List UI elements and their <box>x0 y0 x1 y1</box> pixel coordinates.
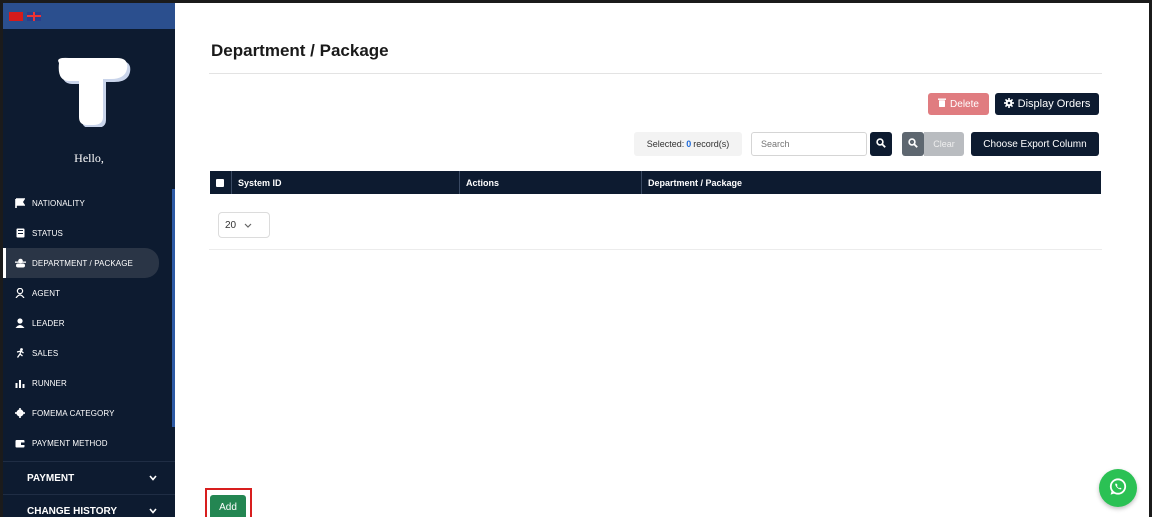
add-button[interactable]: Add <box>210 495 246 517</box>
chevron-down-icon <box>244 221 252 230</box>
sidebar-group-change-history[interactable]: CHANGE HISTORY <box>3 494 175 517</box>
sidebar-group-payment[interactable]: PAYMENT <box>3 461 175 494</box>
sidebar-item-label: AGENT <box>32 288 61 298</box>
sidebar-item-leader[interactable]: LEADER <box>3 308 175 338</box>
display-orders-button[interactable]: Display Orders <box>995 93 1099 115</box>
sidebar-item-nationality[interactable]: NATIONALITY <box>3 188 175 218</box>
clear-button[interactable]: Clear <box>924 132 964 156</box>
column-header-department-package[interactable]: Department / Package <box>641 171 1101 194</box>
search-input[interactable] <box>751 132 867 156</box>
id-badge-icon <box>14 228 26 238</box>
title-divider <box>209 73 1102 74</box>
sidebar-item-sales[interactable]: SALES <box>3 338 175 368</box>
checkbox-icon <box>216 178 224 187</box>
search-icon <box>876 137 886 151</box>
chevron-down-icon <box>149 506 157 516</box>
chevron-down-icon <box>149 473 157 483</box>
flag-icon <box>14 198 26 208</box>
whatsapp-icon <box>1108 477 1128 500</box>
sidebar-item-payment-method[interactable]: PAYMENT METHOD <box>3 428 175 458</box>
chart-user-icon <box>14 378 26 388</box>
sidebar-item-agent[interactable]: AGENT <box>3 278 175 308</box>
sidebar-item-status[interactable]: STATUS <box>3 218 175 248</box>
sidebar-item-label: SALES <box>32 348 59 358</box>
table-header: System ID Actions Department / Package <box>210 171 1101 194</box>
display-orders-label: Display Orders <box>1017 98 1091 110</box>
users-icon <box>14 258 26 268</box>
delete-label: Delete <box>950 98 979 110</box>
search-button[interactable] <box>870 132 892 156</box>
content-divider <box>209 249 1102 250</box>
sidebar-menu: NATIONALITY STATUS DEPARTMENT / PACKAGE … <box>3 188 175 517</box>
delete-button[interactable]: Delete <box>928 93 989 115</box>
china-flag-icon[interactable] <box>9 11 23 21</box>
user-tie-icon <box>14 288 26 298</box>
uk-flag-icon[interactable] <box>27 11 41 21</box>
selected-prefix: Selected: <box>646 139 685 149</box>
main-content: Department / Package Delete Display Orde… <box>175 3 1152 517</box>
language-bar <box>3 3 175 29</box>
search-icon <box>908 137 918 151</box>
sidebar-item-label: FOMEMA CATEGORY <box>32 408 115 418</box>
advanced-search-button[interactable] <box>902 132 924 156</box>
brand-logo <box>58 57 131 127</box>
selected-count: 0 <box>686 139 692 149</box>
whatsapp-chat-button[interactable] <box>1099 469 1137 507</box>
sidebar-item-fomema-category[interactable]: FOMEMA CATEGORY <box>3 398 175 428</box>
greeting-text: Hello, <box>74 151 104 165</box>
page-title: Department / Package <box>211 41 389 60</box>
trash-icon <box>938 98 947 110</box>
sidebar-item-label: NATIONALITY <box>32 198 85 208</box>
sidebar-item-label: RUNNER <box>32 378 67 388</box>
selected-suffix: record(s) <box>693 139 730 149</box>
user-icon <box>14 318 26 328</box>
person-running-icon <box>14 348 26 358</box>
sidebar-item-runner[interactable]: RUNNER <box>3 368 175 398</box>
sidebar-item-department-package[interactable]: DEPARTMENT / PACKAGE <box>3 248 159 278</box>
column-header-actions: Actions <box>459 171 641 194</box>
sidebar-item-label: STATUS <box>32 228 63 238</box>
sidebar-item-label: DEPARTMENT / PACKAGE <box>32 258 133 268</box>
sidebar-group-label: PAYMENT <box>27 472 75 484</box>
sidebar-group-label: CHANGE HISTORY <box>27 505 118 517</box>
wallet-icon <box>14 438 26 448</box>
sidebar-item-label: PAYMENT METHOD <box>32 438 108 448</box>
column-header-system-id[interactable]: System ID <box>231 171 459 194</box>
gear-icon <box>14 408 26 418</box>
sidebar: Hello, NATIONALITY STATUS DEPARTMENT / P… <box>3 3 175 517</box>
page-size-select[interactable]: 20 <box>218 212 270 238</box>
select-all-checkbox[interactable] <box>210 171 231 194</box>
page-size-value: 20 <box>225 219 237 231</box>
selected-records-indicator: Selected: 0 record(s) <box>634 132 742 156</box>
choose-export-column-button[interactable]: Choose Export Column <box>971 132 1099 156</box>
gear-icon <box>1003 97 1014 111</box>
sidebar-item-label: LEADER <box>32 318 65 328</box>
